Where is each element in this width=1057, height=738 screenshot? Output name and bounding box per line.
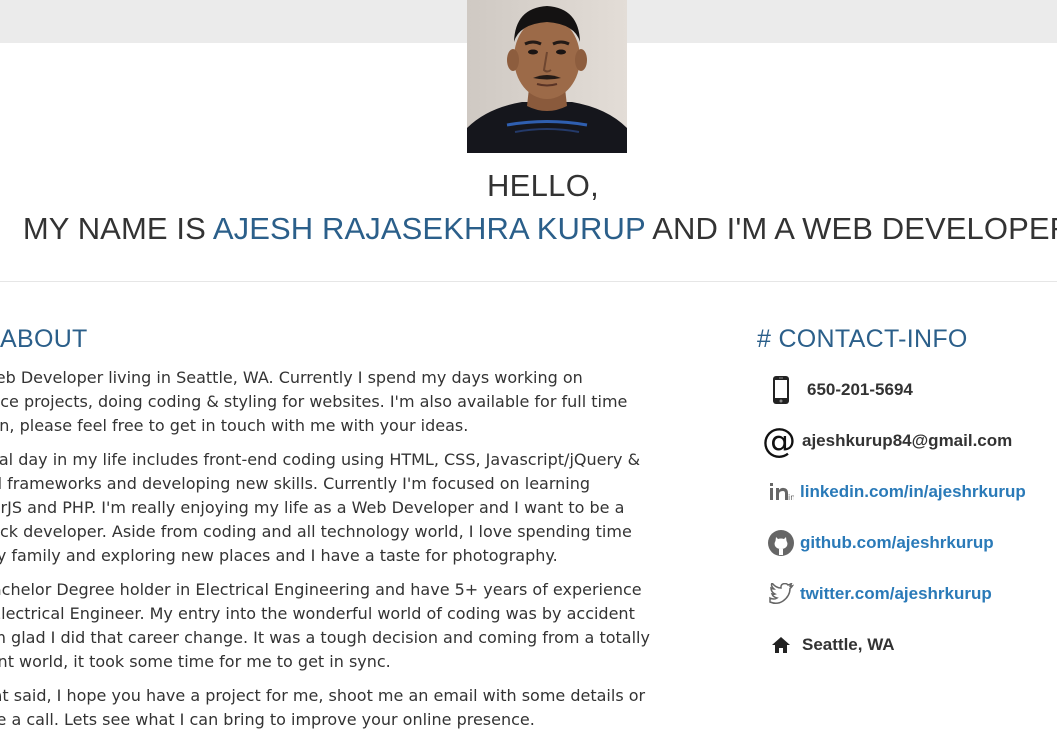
contact-twitter[interactable]: twitter.com/ajeshrkurup: [762, 574, 1057, 614]
contact-linkedin[interactable]: in linkedin.com/in/ajeshrkurup: [762, 472, 1057, 512]
about-paragraph: ypical day in my life includes front-end…: [0, 448, 736, 568]
about-line: an Electrical Engineer. My entry into th…: [0, 604, 635, 623]
about-line: l stack developer. Aside from coding and…: [0, 522, 632, 541]
about-line: a Web Developer living in Seattle, WA. C…: [0, 368, 583, 387]
page: HELLO, MY NAME IS AJESH RAJASEKHRA KURUP…: [0, 0, 1057, 738]
twitter-icon: [762, 574, 800, 614]
about-line: sition, please feel free to get in touch…: [0, 416, 469, 435]
contact-title: # CONTACT-INFO: [757, 325, 968, 353]
about-paragraph: a Bachelor Degree holder in Electrical E…: [0, 578, 736, 674]
contact-location: Seattle, WA: [762, 625, 1057, 665]
svg-text:in: in: [788, 493, 794, 502]
contact-email[interactable]: @ ajeshkurup84@gmail.com: [762, 421, 1057, 461]
hero-name-suffix: AND I'M A WEB DEVELOPER: [645, 211, 1057, 246]
at-sign-icon: @: [762, 421, 796, 461]
linkedin-icon: in: [762, 472, 800, 512]
about-line: gularJS and PHP. I'm really enjoying my …: [0, 498, 625, 517]
about-line: ypical day in my life includes front-end…: [0, 450, 641, 469]
phone-icon: [762, 370, 800, 410]
linkedin-link[interactable]: linkedin.com/in/ajeshrkurup: [800, 482, 1026, 502]
about-line: ferent world, it took some time for me t…: [0, 652, 391, 671]
about-line: a Bachelor Degree holder in Electrical E…: [0, 580, 642, 599]
about-line: e me a call. Lets see what I can bring t…: [0, 710, 535, 729]
about-line: d I'm glad I did that career change. It …: [0, 628, 650, 647]
profile-photo: [467, 0, 627, 153]
about-line: , that said, I hope you have a project f…: [0, 686, 646, 705]
about-body: a Web Developer living in Seattle, WA. C…: [0, 366, 736, 738]
hero-name: AJESH RAJASEKHRA KURUP: [212, 211, 646, 246]
about-line: elance projects, doing coding & styling …: [0, 392, 628, 411]
hero-heading: MY NAME IS AJESH RAJASEKHRA KURUP AND I'…: [0, 209, 1057, 249]
about-paragraph: , that said, I hope you have a project f…: [0, 684, 736, 732]
contact-email-text: ajeshkurup84@gmail.com: [802, 431, 1013, 450]
github-icon: [762, 523, 800, 563]
about-line: h my family and exploring new places and…: [0, 546, 558, 565]
home-icon: [762, 625, 800, 665]
github-link[interactable]: github.com/ajeshrkurup: [800, 533, 994, 553]
about-paragraph: a Web Developer living in Seattle, WA. C…: [0, 366, 736, 438]
contact-location-text: Seattle, WA: [802, 635, 895, 654]
hero-greeting: HELLO,: [486, 168, 600, 203]
contact-github[interactable]: github.com/ajeshrkurup: [762, 523, 1057, 563]
about-title: ABOUT: [0, 325, 88, 353]
twitter-link[interactable]: twitter.com/ajeshrkurup: [800, 584, 992, 604]
contact-phone[interactable]: 650-201-5694: [762, 370, 1057, 410]
about-line: ated frameworks and developing new skill…: [0, 474, 591, 493]
contact-phone-text: 650-201-5694: [807, 380, 913, 399]
hero-name-prefix: MY NAME IS: [22, 211, 213, 246]
section-divider: [0, 281, 1057, 282]
